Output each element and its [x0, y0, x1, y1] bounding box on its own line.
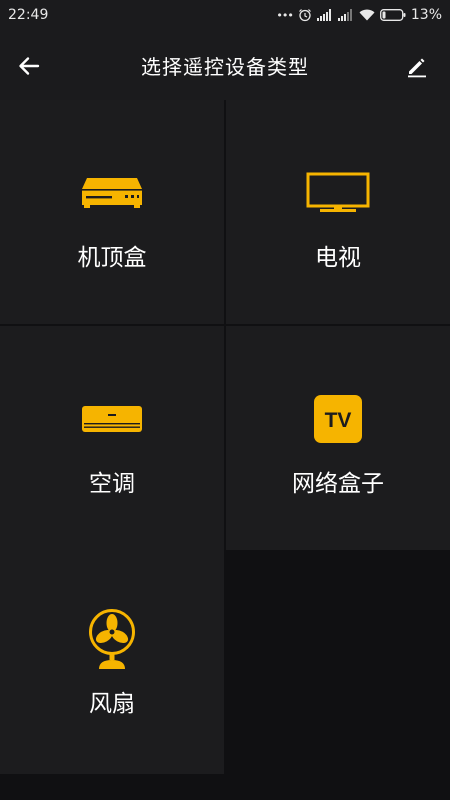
device-tile-set-top-box[interactable]: 机顶盒	[0, 100, 224, 324]
battery-icon	[379, 9, 406, 21]
device-tile-tv[interactable]: 电视	[226, 100, 450, 324]
device-type-grid: 机顶盒 电视 空调 TV 网络盒子 风扇	[0, 100, 450, 775]
tv-icon	[306, 168, 370, 218]
signal-icon-2	[337, 9, 354, 21]
battery-percent: 13%	[410, 7, 442, 23]
network-box-icon: TV	[313, 394, 363, 444]
status-bar: 22:49 ••• 13%	[0, 0, 450, 30]
signal-icon	[316, 9, 333, 21]
air-conditioner-icon	[81, 394, 143, 444]
set-top-box-icon	[81, 168, 143, 218]
fan-icon	[87, 608, 137, 670]
network-box-icon-text: TV	[325, 409, 352, 432]
notification-dots: •••	[276, 8, 293, 22]
back-button[interactable]	[14, 51, 44, 81]
page-title: 选择遥控设备类型	[141, 54, 309, 79]
device-tile-air-conditioner[interactable]: 空调	[0, 326, 224, 550]
device-tile-network-box[interactable]: TV 网络盒子	[226, 326, 450, 550]
device-tile-fan[interactable]: 风扇	[0, 550, 224, 774]
edit-button[interactable]	[402, 51, 432, 81]
device-label: 网络盒子	[292, 471, 384, 497]
alarm-icon	[298, 8, 312, 22]
device-label: 风扇	[89, 691, 135, 717]
status-time: 22:49	[8, 7, 49, 23]
wifi-icon	[359, 9, 375, 21]
arrow-left-icon	[19, 57, 40, 75]
device-label: 电视	[315, 245, 361, 271]
app-bar: 选择遥控设备类型	[0, 30, 450, 100]
status-icons: ••• 13%	[276, 7, 442, 23]
pencil-icon	[408, 58, 426, 78]
device-label: 空调	[89, 471, 135, 497]
device-label: 机顶盒	[77, 245, 147, 271]
